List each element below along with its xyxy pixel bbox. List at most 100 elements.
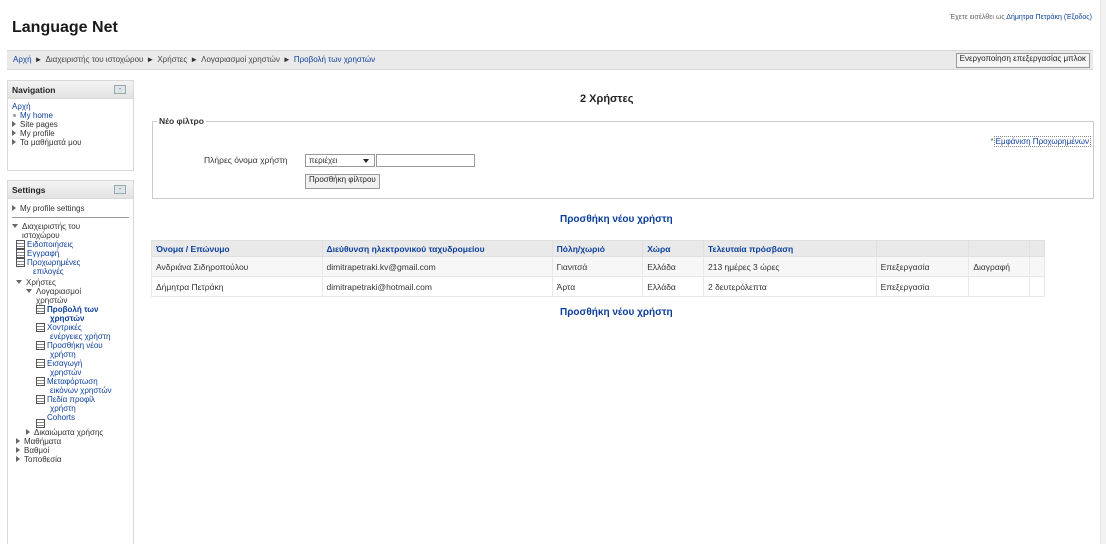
page-icon bbox=[36, 377, 45, 386]
settings-item-courses[interactable]: Μαθήματα bbox=[16, 437, 129, 446]
add-new-user-link[interactable]: Προσθήκη νέου χρήστη bbox=[560, 214, 673, 225]
nav-item-label: My home bbox=[20, 111, 53, 120]
settings-item-upload-pictures[interactable]: Μεταφόρτωση εικόνων χρηστών bbox=[36, 377, 129, 395]
user-name-link[interactable]: Δήμητρα Πετράκη bbox=[151, 276, 323, 297]
block-collapse-icon[interactable]: - bbox=[114, 185, 126, 194]
settings-item-users[interactable]: Χρήστες bbox=[16, 278, 129, 287]
breadcrumb-home[interactable]: Αρχή bbox=[13, 55, 32, 64]
column-header-city[interactable]: Πόλη/χωριό bbox=[551, 240, 644, 257]
delete-user-cell bbox=[968, 276, 1031, 297]
user-city: Άρτα bbox=[551, 276, 644, 297]
column-header-name[interactable]: Όνομα / Επώνυμο bbox=[151, 240, 323, 257]
show-advanced-label: Εμφάνιση Προχωρημένων bbox=[993, 136, 1091, 147]
nav-item-label: Site pages bbox=[20, 120, 58, 129]
delete-user-link[interactable]: Διαγραφή bbox=[968, 256, 1031, 277]
settings-site-admin[interactable]: Διαχειριστής του ιστοχώρου bbox=[12, 222, 129, 240]
column-header-country[interactable]: Χώρα bbox=[642, 240, 704, 257]
user-extra-cell bbox=[1029, 276, 1045, 297]
edit-blocks-button[interactable]: Ενεργοποίηση επεξεργασίας μπλοκ bbox=[955, 53, 1090, 68]
page-heading: 2 Χρήστες bbox=[580, 93, 634, 105]
breadcrumb-separator: ► bbox=[190, 55, 199, 64]
fullname-filter-label: Πλήρες όνομα χρήστη bbox=[204, 155, 288, 165]
nav-item-my-home[interactable]: My home bbox=[12, 111, 129, 120]
edit-user-link[interactable]: Επεξεργασία bbox=[875, 256, 970, 277]
nav-item-label: My profile bbox=[20, 129, 55, 138]
new-filter-legend: Νέο φίλτρο bbox=[157, 116, 206, 126]
user-profile-link[interactable]: Δήμητρα Πετράκη bbox=[1006, 14, 1062, 21]
settings-item-location[interactable]: Τοποθεσία bbox=[16, 455, 129, 464]
expand-arrow-icon bbox=[16, 438, 20, 444]
settings-item-grades[interactable]: Βαθμοί bbox=[16, 446, 129, 455]
block-collapse-icon[interactable]: - bbox=[114, 85, 126, 94]
navigation-tree: Αρχή My home Site pages My profile Τα μα… bbox=[8, 99, 133, 150]
navigation-block-title: Navigation bbox=[12, 85, 56, 95]
nav-item-my-courses[interactable]: Τα μαθήματά μου bbox=[12, 138, 129, 147]
logged-in-text: Έχετε εισέλθει ως bbox=[949, 14, 1007, 21]
settings-item-bulk-actions[interactable]: Χοντρικές ενέργειες χρήστη bbox=[36, 323, 129, 341]
page-icon bbox=[36, 395, 45, 404]
add-new-user-link[interactable]: Προσθήκη νέου χρήστη bbox=[560, 307, 673, 318]
settings-item-label-cont: ιστοχώρου bbox=[22, 231, 60, 240]
settings-tree: My profile settings Διαχειριστής του ιστ… bbox=[8, 199, 133, 467]
site-title: Language Net bbox=[12, 19, 118, 36]
scrollbar[interactable] bbox=[1100, 0, 1106, 544]
nav-home-link[interactable]: Αρχή bbox=[12, 102, 129, 111]
filter-operator-select[interactable]: περιέχει bbox=[305, 154, 375, 167]
navigation-block: Navigation - Αρχή My home Site pages My … bbox=[7, 80, 134, 171]
page-icon bbox=[16, 249, 25, 258]
chevron-down-icon bbox=[363, 159, 369, 163]
settings-item-profile-fields[interactable]: Πεδία προφίλ χρήστη bbox=[36, 395, 129, 413]
settings-item-label: My profile settings bbox=[20, 204, 85, 213]
breadcrumb-site-admin[interactable]: Διαχειριστής του ιστοχώρου bbox=[45, 55, 143, 64]
page-icon bbox=[36, 419, 45, 428]
breadcrumb-separator: ► bbox=[34, 55, 43, 64]
breadcrumb-users[interactable]: Χρήστες bbox=[157, 55, 187, 64]
nav-item-site-pages[interactable]: Site pages bbox=[12, 120, 129, 129]
settings-item-label: Λογαριασμοί bbox=[36, 287, 82, 296]
logout-link[interactable]: (Έξοδος) bbox=[1064, 14, 1092, 21]
column-header-email[interactable]: Διεύθυνση ηλεκτρονικού ταχυδρομείου bbox=[321, 240, 553, 257]
expand-arrow-icon bbox=[12, 121, 16, 127]
settings-item-advanced[interactable]: Προχωρημένες επιλογές bbox=[16, 258, 129, 276]
edit-user-link[interactable]: Επεξεργασία bbox=[875, 276, 970, 297]
collapse-arrow-icon bbox=[12, 224, 18, 228]
add-filter-button[interactable]: Προσθήκη φίλτρου bbox=[305, 174, 380, 189]
settings-item-label: Χοντρικές ενέργειες χρήστη bbox=[47, 323, 111, 341]
user-last-access: 213 ημέρες 3 ώρες bbox=[702, 256, 877, 277]
settings-item-upload-users[interactable]: Εισαγωγή χρηστών bbox=[36, 359, 129, 377]
settings-item-label: Cohorts bbox=[47, 413, 76, 422]
column-header-last-access[interactable]: Τελευταία πρόσβαση bbox=[702, 240, 877, 257]
user-country: Ελλάδα bbox=[642, 276, 704, 297]
settings-item-browse-users[interactable]: Προβολή των χρηστών bbox=[36, 305, 129, 323]
filter-operator-value: περιέχει bbox=[309, 156, 338, 165]
user-name-link[interactable]: Ανδριάνα Σιδηροπούλου bbox=[151, 256, 323, 277]
breadcrumb-accounts[interactable]: Λογαριασμοί χρηστών bbox=[201, 55, 280, 64]
nav-item-my-profile[interactable]: My profile bbox=[12, 129, 129, 138]
settings-item-add-user[interactable]: Προσθήκη νέου χρήστη bbox=[36, 341, 129, 359]
nav-item-label: Τα μαθήματά μου bbox=[20, 138, 82, 147]
settings-item-registration[interactable]: Εγγραφή bbox=[16, 249, 129, 258]
settings-item-label: Πεδία προφίλ χρήστη bbox=[47, 395, 95, 413]
settings-block-title: Settings bbox=[12, 185, 46, 195]
user-city: Γιανιτσά bbox=[551, 256, 644, 277]
breadcrumb: Αρχή ► Διαχειριστής του ιστοχώρου ► Χρήστες ►… bbox=[13, 55, 375, 64]
settings-item-notifications[interactable]: Ειδοποιήσεις bbox=[16, 240, 129, 249]
settings-item-label: Εγγραφή bbox=[27, 249, 60, 258]
breadcrumb-separator: ► bbox=[282, 55, 291, 64]
settings-item-label: Εισαγωγή χρηστών bbox=[47, 359, 83, 377]
settings-item-label: Ειδοποιήσεις bbox=[27, 240, 74, 249]
table-header-row: Όνομα / Επώνυμο Διεύθυνση ηλεκτρονικού τ… bbox=[151, 240, 1045, 257]
users-table: Όνομα / Επώνυμο Διεύθυνση ηλεκτρονικού τ… bbox=[151, 240, 1045, 297]
settings-item-accounts[interactable]: Λογαριασμοί bbox=[26, 287, 129, 296]
settings-item-cohorts[interactable]: Cohorts bbox=[36, 413, 129, 428]
page-icon bbox=[36, 341, 45, 350]
breadcrumb-browse-users[interactable]: Προβολή των χρηστών bbox=[294, 55, 375, 64]
settings-item-label: Προβολή των χρηστών bbox=[47, 305, 99, 323]
breadcrumb-separator: ► bbox=[146, 55, 155, 64]
show-advanced-link[interactable]: * Εμφάνιση Προχωρημένων bbox=[991, 136, 1091, 147]
settings-item-permissions[interactable]: Δικαιώματα χρήσης bbox=[26, 428, 129, 437]
settings-item-profile[interactable]: My profile settings bbox=[12, 204, 129, 218]
expand-arrow-icon bbox=[12, 205, 16, 211]
filter-value-input[interactable] bbox=[376, 154, 475, 167]
settings-item-label: Βαθμοί bbox=[24, 446, 50, 455]
